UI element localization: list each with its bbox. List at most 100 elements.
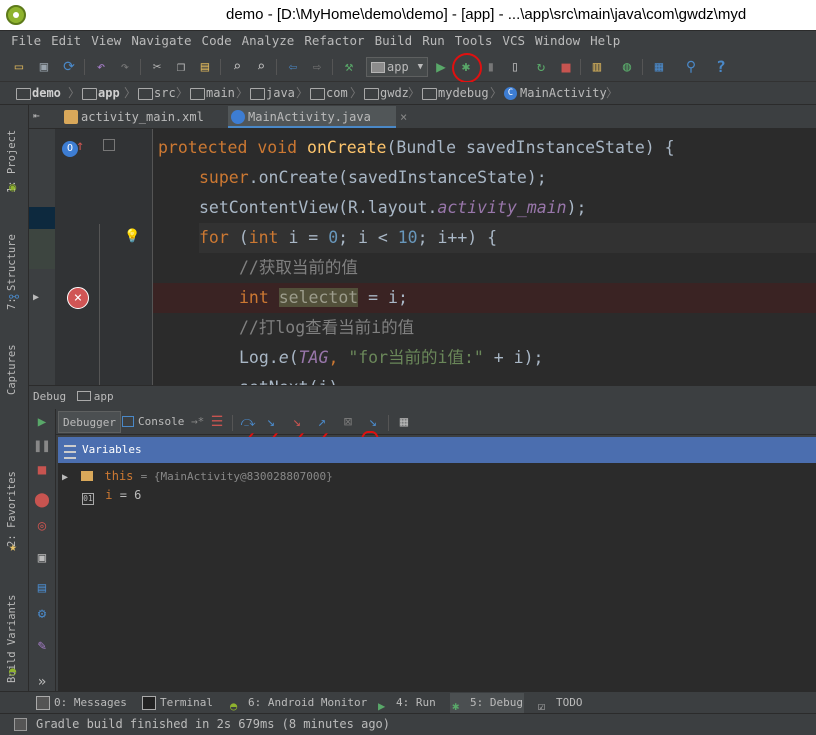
menu-vcs[interactable]: VCS	[497, 31, 530, 51]
menu-analyze[interactable]: Analyze	[237, 31, 300, 51]
variables-header: Variables	[58, 437, 816, 463]
project-structure-icon[interactable]: ▦	[650, 58, 668, 76]
variable-row-this[interactable]: ▶ this = {MainActivity@830028807000}	[62, 466, 333, 486]
tab-debug[interactable]: ✱ 5: Debug	[450, 693, 524, 713]
menu-file[interactable]: File	[6, 31, 46, 51]
expand-arrow-icon[interactable]: ▶	[62, 472, 68, 483]
main-toolbar: ▭ ▣ ⟳ ↶ ↷ ✂ ❐ ▤ ⌕ ⌕ ⇦ ⇨ ⚒ app ▶ ✱ ▮ ▯ ↻ …	[0, 52, 816, 83]
view-breakpoints-icon[interactable]: ⬤	[33, 491, 51, 509]
sdk-manager-icon[interactable]: ◍	[618, 58, 636, 76]
menu-window[interactable]: Window	[530, 31, 585, 51]
breadcrumb-main[interactable]: main	[188, 85, 235, 102]
close-tab-icon[interactable]: ×	[400, 110, 407, 124]
editor-options-icon[interactable]: ⇤	[33, 109, 51, 125]
make-project-icon[interactable]: ⚒	[340, 58, 358, 76]
breadcrumb-app[interactable]: app	[80, 85, 120, 102]
code-editor[interactable]: O ↑ 💡 × protected void onCreate(Bundle s…	[55, 129, 816, 385]
menu-run[interactable]: Run	[417, 31, 450, 51]
open-folder-icon[interactable]: ▭	[10, 58, 28, 76]
variables-panel[interactable]: ▶ this = {MainActivity@830028807000} 01 …	[58, 463, 816, 710]
breadcrumb-mainactivity[interactable]: MainActivity	[502, 85, 607, 102]
breadcrumb-gwdz[interactable]: gwdz	[362, 85, 409, 102]
favorites-star-icon: ★	[9, 540, 17, 555]
find-icon[interactable]: ⌕	[228, 58, 246, 76]
status-text: Gradle build finished in 2s 679ms (8 min…	[36, 717, 391, 731]
paste-icon[interactable]: ▤	[196, 58, 214, 76]
breadcrumb-java[interactable]: java	[248, 85, 295, 102]
breakpoint-error-icon[interactable]: ×	[67, 287, 89, 309]
tab-run[interactable]: ▶ 4: Run	[376, 693, 436, 713]
menu-refactor[interactable]: Refactor	[299, 31, 369, 51]
expand-arrow-icon[interactable]: ▶	[33, 292, 39, 303]
menu-edit[interactable]: Edit	[46, 31, 86, 51]
undo-icon[interactable]: ↶	[92, 58, 110, 76]
show-execution-point-icon[interactable]: ☰	[208, 413, 226, 431]
redo-icon[interactable]: ↷	[116, 58, 134, 76]
more-icon[interactable]: »	[33, 673, 51, 691]
structure-tab-icon: ⚯	[9, 290, 20, 304]
class-file-icon	[231, 110, 245, 124]
tab-captures[interactable]: Captures	[6, 335, 24, 395]
copy-icon[interactable]: ❐	[172, 58, 190, 76]
mute-breakpoints-icon[interactable]: ◎	[33, 517, 51, 535]
bottom-tool-tabs: 0: Messages Terminal ◓ 6: Android Monitor…	[0, 691, 816, 713]
menu-view[interactable]: View	[86, 31, 126, 51]
tab-android-monitor[interactable]: ◓ 6: Android Monitor	[228, 693, 367, 713]
help-icon[interactable]: ?	[712, 58, 730, 76]
project-tab-icon: ◉	[9, 180, 17, 194]
status-icon[interactable]	[14, 718, 27, 731]
run-icon[interactable]: ▶	[432, 58, 450, 76]
android-device-monitor-icon[interactable]: ⚲	[682, 58, 700, 76]
settings-gear-icon[interactable]: ⚙	[33, 605, 51, 623]
replace-icon[interactable]: ⌕	[252, 58, 270, 76]
breadcrumb-demo[interactable]: demo	[14, 85, 61, 102]
lightbulb-icon[interactable]: 💡	[124, 229, 140, 244]
cut-icon[interactable]: ✂	[148, 58, 166, 76]
back-icon[interactable]: ⇦	[284, 58, 302, 76]
tab-debugger[interactable]: Debugger	[58, 411, 121, 433]
error-line-highlight	[55, 283, 816, 313]
stop-debug-icon[interactable]: ■	[33, 461, 51, 479]
forward-icon[interactable]: ⇨	[308, 58, 326, 76]
menu-code[interactable]: Code	[197, 31, 237, 51]
sync-icon[interactable]: ⟳	[60, 58, 78, 76]
resume-icon[interactable]: ▶	[33, 413, 51, 431]
evaluate-expression-icon[interactable]: ▦	[395, 413, 413, 431]
camera-icon[interactable]: ▣	[33, 549, 51, 567]
stop-icon[interactable]: ■	[557, 58, 575, 76]
tab-mainactivity-java[interactable]: MainActivity.java	[228, 106, 396, 128]
rerun-icon[interactable]: ↻	[532, 58, 550, 76]
variable-row-i[interactable]: 01 i = 6	[82, 485, 141, 505]
tab-todo[interactable]: ☑ TODO	[536, 693, 583, 713]
pin-icon[interactable]: ✎	[33, 637, 51, 655]
menu-navigate[interactable]: Navigate	[126, 31, 196, 51]
tab-terminal[interactable]: Terminal	[140, 693, 213, 713]
menu-build[interactable]: Build	[370, 31, 418, 51]
menu-bar: File Edit View Navigate Code Analyze Refactor B…	[0, 30, 816, 52]
attach-debugger-icon[interactable]: ▮	[482, 58, 500, 76]
run-configuration-select[interactable]: app	[366, 57, 428, 77]
pause-icon[interactable]: ❚❚	[33, 437, 51, 455]
tab-messages[interactable]: 0: Messages	[34, 693, 127, 713]
tab-activity-main-xml[interactable]: activity_main.xml	[61, 106, 221, 128]
xml-file-icon	[64, 110, 78, 124]
debug-title: Debug	[33, 390, 67, 403]
breadcrumb-com[interactable]: com	[308, 85, 348, 102]
fold-icon[interactable]	[103, 139, 115, 151]
save-icon[interactable]: ▣	[35, 58, 53, 76]
menu-tools[interactable]: Tools	[450, 31, 498, 51]
run-to-cursor-icon[interactable]: ↘	[364, 413, 382, 431]
debug-window-header: Debug app	[29, 385, 816, 409]
breadcrumb-src[interactable]: src	[136, 85, 176, 102]
menu-help[interactable]: Help	[585, 31, 625, 51]
apply-changes-icon[interactable]: ▯	[506, 58, 524, 76]
debug-config: app	[93, 390, 114, 403]
avd-manager-icon[interactable]: ▥	[588, 58, 606, 76]
restore-layout-icon[interactable]: ▤	[33, 579, 51, 597]
breadcrumb-mydebug[interactable]: mydebug	[420, 85, 489, 102]
drop-frame-icon[interactable]: ⊠	[339, 413, 357, 431]
object-icon	[81, 471, 94, 481]
editor-gutter[interactable]: O ↑ 💡 ×	[55, 129, 153, 385]
tab-favorites[interactable]: 2: Favorites	[6, 471, 24, 547]
tab-console[interactable]: Console →*	[120, 411, 208, 433]
